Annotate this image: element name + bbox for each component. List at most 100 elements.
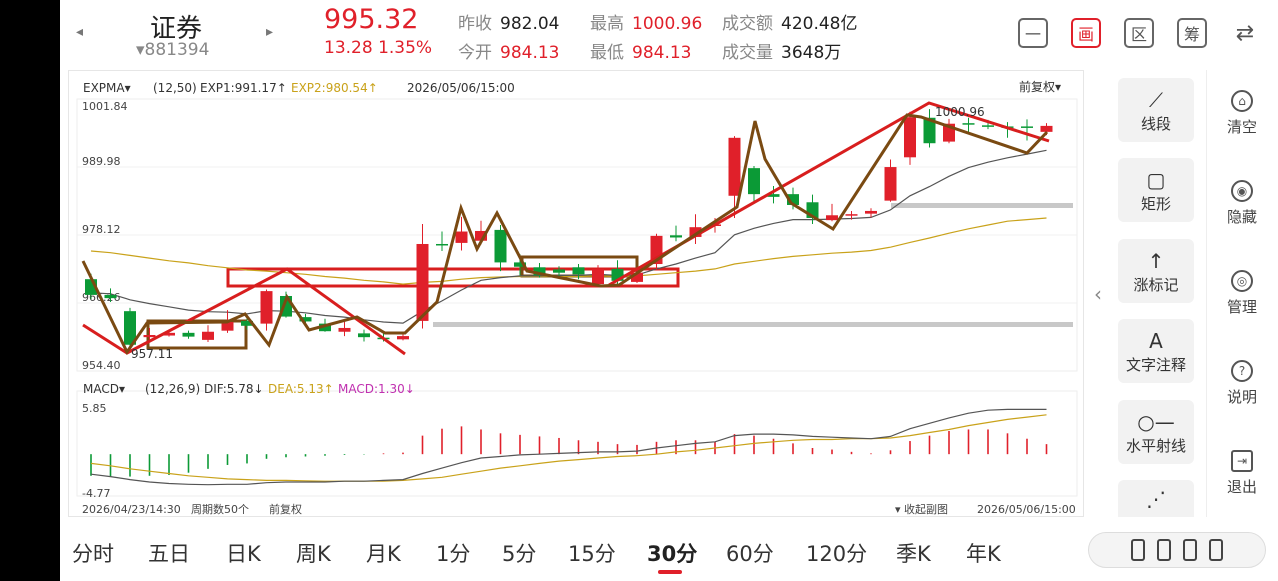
candle-body bbox=[338, 327, 351, 332]
candle bbox=[436, 231, 448, 252]
collapse-panel-icon[interactable]: ‹ bbox=[1094, 282, 1102, 306]
drawn-trendline-red[interactable] bbox=[608, 101, 1050, 287]
candle bbox=[358, 329, 370, 342]
exit-button[interactable]: ⇥ 退出 bbox=[1214, 450, 1270, 497]
candle-body bbox=[1021, 126, 1033, 128]
macd-params: (12,26,9) bbox=[145, 382, 200, 396]
candles bbox=[85, 109, 1053, 347]
candle bbox=[260, 289, 273, 331]
dea-line bbox=[90, 414, 1047, 482]
tool-label: 线段 bbox=[1140, 114, 1171, 133]
candle-body bbox=[962, 123, 975, 125]
range-icon[interactable]: 区 bbox=[1124, 18, 1154, 48]
expma-indicator-dropdown[interactable]: EXPMA▾ bbox=[83, 81, 131, 95]
quote-low: 最低 984.13 bbox=[590, 43, 692, 63]
horizontal-ray[interactable] bbox=[891, 203, 1073, 208]
tab-120min[interactable]: 120分 bbox=[806, 538, 867, 568]
macd-histogram bbox=[90, 408, 1048, 486]
collapse-subchart-button[interactable]: ▾ 收起副图 bbox=[895, 502, 948, 516]
window-icon bbox=[1157, 539, 1171, 561]
adjust-dropdown[interactable]: 前复权▾ bbox=[1019, 79, 1061, 94]
settings-icon: ◎ bbox=[1231, 270, 1253, 292]
tool-segment[interactable]: ⟋ 线段 bbox=[1118, 78, 1194, 142]
macd-plot-frame bbox=[76, 390, 1078, 497]
candle bbox=[943, 118, 955, 144]
candle-body bbox=[202, 331, 214, 340]
price-change: 13.28 1.35% bbox=[324, 38, 433, 58]
tab-monthly[interactable]: 月K bbox=[366, 538, 401, 568]
help-button[interactable]: ? 说明 bbox=[1214, 360, 1270, 407]
tool-text[interactable]: A 文字注释 bbox=[1118, 319, 1194, 383]
eye-icon: ◉ bbox=[1231, 180, 1253, 202]
macd-dif: DIF:5.78↓ bbox=[204, 382, 264, 396]
tool-horizontal-ray[interactable]: ○— 水平射线 bbox=[1118, 400, 1194, 464]
tool-up-mark[interactable]: ↑ 涨标记 bbox=[1118, 239, 1194, 303]
more-icon: ⋰ bbox=[1146, 486, 1166, 511]
candle-body bbox=[884, 167, 897, 201]
candle-body bbox=[845, 214, 858, 216]
manage-button[interactable]: ◎ 管理 bbox=[1214, 270, 1270, 317]
next-stock-arrow-icon[interactable]: ▸ bbox=[266, 24, 273, 40]
rotate-phone-icon[interactable]: ⇄ bbox=[1230, 18, 1260, 48]
macd-indicator-dropdown[interactable]: MACD▾ bbox=[83, 382, 125, 396]
tab-weekly[interactable]: 周K bbox=[296, 538, 331, 568]
kline-chart[interactable]: EXPMA▾ (12,50) EXP1:991.17↑ EXP2:980.54↑… bbox=[68, 70, 1084, 517]
side-tool-label: 退出 bbox=[1226, 478, 1257, 496]
candle bbox=[826, 203, 838, 222]
tool-label: 涨标记 bbox=[1133, 275, 1179, 294]
stock-code-dropdown[interactable]: ▾881394 bbox=[136, 40, 209, 60]
draw-icon[interactable]: 画 bbox=[1071, 18, 1101, 48]
high-label: 1000.96 bbox=[935, 105, 985, 119]
tab-5min[interactable]: 5分 bbox=[502, 538, 536, 568]
candle-body bbox=[416, 243, 429, 321]
clear-button[interactable]: ⌂ 清空 bbox=[1214, 90, 1270, 137]
tab-intraday[interactable]: 分时 bbox=[72, 538, 114, 568]
candle bbox=[923, 109, 936, 148]
candle-body bbox=[865, 210, 877, 214]
exit-icon: ⇥ bbox=[1231, 450, 1253, 472]
tab-60min[interactable]: 60分 bbox=[726, 538, 774, 568]
tab-quarterly[interactable]: 季K bbox=[896, 538, 931, 568]
side-tool-label: 管理 bbox=[1226, 298, 1257, 316]
multitask-overlay[interactable] bbox=[1088, 532, 1266, 568]
up-mark-icon: ↑ bbox=[1147, 248, 1165, 273]
tab-1min[interactable]: 1分 bbox=[436, 538, 470, 568]
drawing-tools-panel: ‹ ⟋ 线段 ▢ 矩形 ↑ 涨标记 A 文字注释 ○— 水平射线 ⋰ ⌂ 清空 ◉ 隐藏 ◎ 管… bbox=[1086, 70, 1278, 517]
tab-yearly[interactable]: 年K bbox=[966, 538, 1001, 568]
tool-label: 矩形 bbox=[1140, 194, 1171, 213]
candle-body bbox=[904, 117, 916, 158]
candle-body bbox=[982, 125, 994, 127]
period-count: 周期数50个 bbox=[191, 503, 249, 516]
tab-five-day[interactable]: 五日 bbox=[148, 538, 190, 568]
macd-bottom-tick: -4.77 bbox=[82, 487, 110, 500]
last-price: 995.32 bbox=[324, 4, 419, 35]
chart-svg[interactable]: EXPMA▾ (12,50) EXP1:991.17↑ EXP2:980.54↑… bbox=[69, 71, 1085, 518]
tab-30min[interactable]: 30分 bbox=[647, 538, 697, 568]
candle bbox=[397, 333, 409, 341]
candle-body bbox=[1040, 125, 1053, 132]
rectangle-icon: ▢ bbox=[1146, 167, 1166, 192]
tab-daily[interactable]: 日K bbox=[226, 538, 261, 568]
footer-adjust: 前复权 bbox=[269, 502, 302, 516]
dif-line bbox=[90, 408, 1047, 486]
period-tabs: 分时 五日 日K 周K 月K 1分 5分 15分 30分 60分 120分 季K… bbox=[60, 522, 1278, 581]
horizontal-ray[interactable] bbox=[433, 322, 1073, 327]
candle-body bbox=[358, 333, 370, 338]
tab-15min[interactable]: 15分 bbox=[568, 538, 616, 568]
minus-box-icon[interactable]: 一 bbox=[1018, 18, 1048, 48]
candle-body bbox=[436, 243, 448, 246]
text-icon: A bbox=[1149, 328, 1163, 353]
candle bbox=[1021, 119, 1033, 141]
candle-body bbox=[397, 336, 409, 340]
y-tick: 978.12 bbox=[82, 223, 121, 236]
hide-button[interactable]: ◉ 隐藏 bbox=[1214, 180, 1270, 227]
candle-body bbox=[455, 231, 468, 243]
candle-body bbox=[143, 334, 156, 338]
exp1-value: EXP1:991.17↑ bbox=[200, 81, 287, 95]
tool-rectangle[interactable]: ▢ 矩形 bbox=[1118, 158, 1194, 222]
chips-icon[interactable]: 筹 bbox=[1177, 18, 1207, 48]
tool-more[interactable]: ⋰ bbox=[1118, 480, 1194, 517]
trash-icon: ⌂ bbox=[1231, 90, 1253, 112]
prev-stock-arrow-icon[interactable]: ◂ bbox=[76, 24, 83, 40]
quote-volume: 成交量 3648万 bbox=[722, 43, 842, 63]
